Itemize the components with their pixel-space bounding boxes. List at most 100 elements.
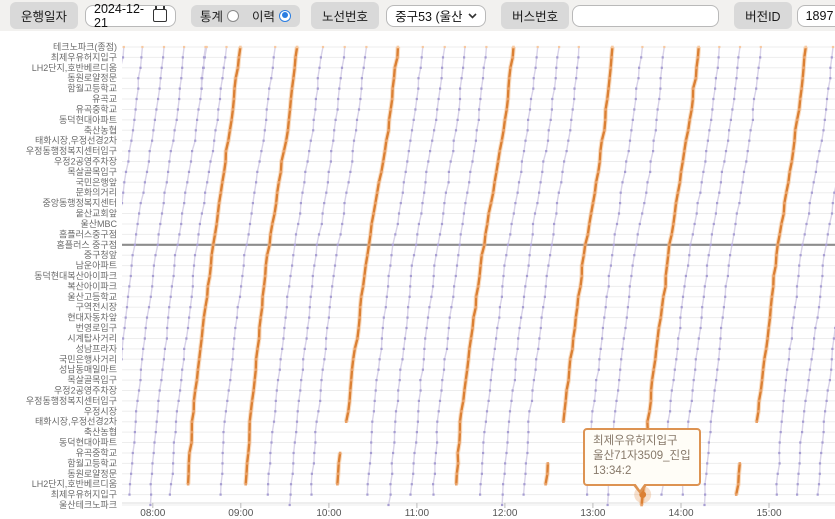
- stop-marker: [233, 87, 236, 90]
- stop-marker: [439, 88, 441, 90]
- stop-marker: [167, 171, 169, 173]
- stop-marker: [512, 46, 515, 49]
- tooltip-station: 최제우유허지입구: [593, 434, 691, 449]
- stop-marker: [791, 160, 794, 163]
- stop-marker: [179, 88, 181, 90]
- stop-marker: [268, 244, 271, 247]
- stop-marker: [662, 56, 664, 58]
- stop-marker: [495, 337, 497, 339]
- stop-marker: [394, 67, 397, 70]
- stop-marker: [285, 139, 288, 142]
- stop-marker: [524, 140, 526, 142]
- stop-marker: [412, 473, 414, 475]
- stop-marker: [141, 46, 143, 48]
- stop-marker: [776, 494, 778, 496]
- stop-marker: [492, 191, 495, 194]
- stop-marker: [210, 254, 213, 257]
- stop-marker: [558, 46, 560, 48]
- stop-marker: [805, 223, 807, 225]
- stop-marker: [119, 67, 121, 69]
- stop-marker: [301, 192, 303, 194]
- stop-marker: [221, 462, 223, 464]
- stop-marker: [793, 317, 795, 319]
- stop-marker: [392, 452, 394, 454]
- stop-marker: [520, 171, 522, 173]
- stop-marker: [537, 46, 539, 48]
- stop-marker: [407, 306, 409, 308]
- calendar-icon[interactable]: [153, 9, 167, 22]
- stop-marker: [184, 192, 186, 194]
- stop-marker: [153, 452, 155, 454]
- stop-marker: [274, 46, 276, 48]
- stop-marker: [188, 317, 190, 319]
- stop-marker: [818, 150, 820, 152]
- stop-marker: [161, 212, 163, 214]
- stop-marker: [302, 369, 304, 371]
- stop-marker: [463, 389, 466, 392]
- stop-marker: [818, 483, 820, 485]
- stop-marker: [775, 254, 778, 257]
- version-select[interactable]: 1897: [797, 5, 835, 27]
- date-input[interactable]: 2024-12-21: [85, 5, 176, 27]
- stop-marker: [804, 233, 806, 235]
- stop-marker: [404, 337, 406, 339]
- stop-marker: [356, 337, 359, 340]
- stop-marker: [328, 171, 330, 173]
- stop-marker: [742, 181, 744, 183]
- stop-marker: [291, 265, 293, 267]
- stop-marker: [312, 129, 314, 131]
- stop-marker: [70, 452, 72, 454]
- stop-marker: [504, 462, 506, 464]
- stop-marker: [520, 317, 522, 319]
- stop-marker: [719, 337, 721, 339]
- station-label: 홈플러스 중구점: [57, 239, 117, 250]
- stop-marker: [313, 462, 315, 464]
- stop-marker: [566, 150, 568, 152]
- stop-marker: [507, 244, 509, 246]
- stop-marker: [157, 400, 159, 402]
- stop-marker: [504, 473, 506, 475]
- stop-marker: [335, 254, 337, 256]
- stop-marker: [286, 296, 288, 298]
- radio-stats[interactable]: [227, 10, 239, 22]
- stop-marker: [706, 265, 708, 267]
- stop-marker: [309, 306, 311, 308]
- radio-history[interactable]: [279, 10, 291, 22]
- stop-marker: [276, 191, 279, 194]
- stop-marker: [501, 296, 503, 298]
- stop-marker: [603, 317, 605, 319]
- stop-marker: [289, 275, 291, 277]
- stop-marker: [250, 410, 253, 413]
- stop-marker: [674, 369, 676, 371]
- station-label: 홈플러스중구점: [59, 228, 117, 239]
- stop-marker: [675, 202, 678, 205]
- stop-marker: [222, 441, 224, 443]
- stop-marker: [391, 98, 394, 101]
- stop-marker: [734, 223, 736, 225]
- bus-number-input[interactable]: [581, 8, 710, 24]
- stop-marker: [151, 473, 153, 475]
- stop-marker: [345, 192, 347, 194]
- stop-marker: [435, 452, 437, 454]
- stop-marker: [403, 181, 405, 183]
- stop-marker: [124, 327, 126, 329]
- stop-marker: [681, 306, 683, 308]
- stop-marker: [293, 452, 295, 454]
- stop-marker: [180, 379, 182, 381]
- stop-marker: [421, 56, 423, 58]
- stop-marker: [437, 244, 439, 246]
- stop-marker: [409, 494, 411, 496]
- stop-marker: [716, 202, 718, 204]
- route-select[interactable]: 중구53 (울산테크: [386, 5, 486, 27]
- stop-marker: [230, 369, 232, 371]
- stop-marker: [181, 67, 183, 69]
- stop-marker: [221, 181, 224, 184]
- stop-marker: [130, 473, 132, 475]
- stop-marker: [196, 379, 199, 382]
- stop-marker: [468, 181, 470, 183]
- stop-marker: [624, 171, 626, 173]
- stop-marker: [477, 285, 480, 288]
- stop-marker: [317, 410, 319, 412]
- stop-marker: [803, 410, 805, 412]
- time-distance-diagram[interactable]: 테크노파크(종점)최제우유허지입구LH2단지,호반베르디움동원로얄정문함월고등학…: [0, 0, 835, 519]
